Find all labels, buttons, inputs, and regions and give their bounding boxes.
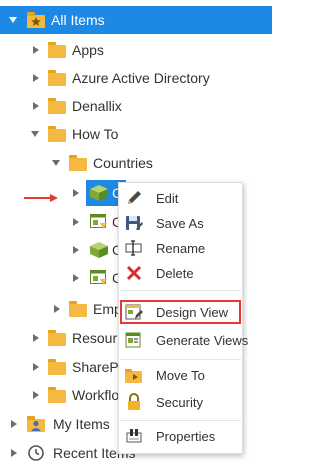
tree-item-emp[interactable]: Emp: [0, 295, 122, 323]
folder-icon: [48, 126, 66, 142]
collapse-arrow-icon[interactable]: [31, 131, 39, 137]
lock-icon: [125, 393, 143, 411]
menu-item-rename[interactable]: Rename: [120, 236, 241, 260]
expand-arrow-icon[interactable]: [33, 46, 39, 54]
tree-item-workflow[interactable]: Workflo: [0, 381, 120, 409]
tree-item-label: How To: [72, 126, 119, 142]
tree-item-label: Apps: [72, 42, 104, 58]
properties-icon: [125, 427, 143, 445]
menu-separator: [120, 359, 241, 360]
save-icon: [125, 214, 143, 232]
folder-icon: [48, 330, 66, 346]
all-items-icon: [27, 12, 45, 28]
menu-item-delete[interactable]: Delete: [120, 261, 241, 285]
menu-item-label: Security: [156, 394, 203, 410]
tree-item-apps[interactable]: Apps: [0, 36, 272, 64]
tree-item-recent-items[interactable]: Recent Items: [0, 439, 135, 467]
tree-item-view-1[interactable]: C: [0, 208, 122, 236]
expand-arrow-icon[interactable]: [11, 449, 17, 457]
tree-item-label: Resour: [72, 330, 118, 346]
tree-item-how-to[interactable]: How To: [0, 120, 272, 148]
folder-icon: [48, 98, 66, 114]
menu-item-design-view[interactable]: Design View: [120, 300, 241, 324]
menu-item-label: Edit: [156, 190, 179, 206]
tree-item-my-items[interactable]: My Items: [0, 410, 118, 438]
folder-icon: [48, 42, 66, 58]
tree-item-label: All Items: [51, 12, 105, 28]
user-icon: [27, 416, 45, 432]
menu-item-move-to[interactable]: Move To: [120, 363, 241, 387]
tree-item-label: Workflo: [72, 387, 120, 403]
expand-arrow-icon[interactable]: [33, 74, 39, 82]
pencil-icon: [125, 189, 143, 207]
rename-icon: [125, 239, 143, 257]
menu-item-label: Rename: [156, 240, 206, 256]
menu-item-edit[interactable]: Edit: [120, 186, 241, 210]
menu-item-save-as[interactable]: Save As: [120, 211, 241, 235]
tree-item-countries[interactable]: Countries: [0, 149, 272, 177]
tree-item-resources[interactable]: Resour: [0, 324, 118, 352]
tree-item-label: Countries: [93, 155, 153, 171]
view-icon: [90, 214, 108, 230]
folder-icon: [48, 387, 66, 403]
tree-item-all-items[interactable]: All Items: [0, 6, 272, 34]
menu-item-label: Delete: [156, 265, 194, 281]
expand-arrow-icon[interactable]: [33, 334, 39, 342]
tree-item-label: My Items: [53, 416, 110, 432]
expand-arrow-icon[interactable]: [73, 218, 79, 226]
tree-item-label: Azure Active Directory: [72, 70, 210, 86]
menu-separator: [120, 420, 241, 421]
menu-item-label: Generate Views: [156, 332, 249, 348]
expand-arrow-icon[interactable]: [54, 305, 60, 313]
tree-item-sharepoint[interactable]: SharePo: [0, 353, 126, 381]
folder-icon: [48, 359, 66, 375]
folder-icon: [69, 301, 87, 317]
folder-icon: [48, 70, 66, 86]
menu-separator: [120, 290, 241, 291]
annotation-arrow-icon: [24, 190, 60, 202]
expand-arrow-icon[interactable]: [73, 246, 79, 254]
menu-item-label: Save As: [156, 215, 204, 231]
menu-item-label: Design View: [156, 304, 229, 320]
collapse-arrow-icon[interactable]: [52, 160, 60, 166]
menu-item-properties[interactable]: Properties: [120, 424, 241, 448]
design-view-icon: [125, 303, 143, 321]
tree-item-label: Denallix: [72, 98, 122, 114]
generate-views-icon: [125, 331, 143, 349]
menu-item-label: Move To: [156, 367, 205, 383]
smartobject-icon: [90, 185, 108, 201]
smartobject-icon: [90, 242, 108, 258]
expand-arrow-icon[interactable]: [33, 391, 39, 399]
menu-item-generate-views[interactable]: Generate Views: [120, 328, 248, 352]
tree-item-denallix[interactable]: Denallix: [0, 92, 272, 120]
folder-icon: [69, 155, 87, 171]
expand-arrow-icon[interactable]: [33, 102, 39, 110]
menu-item-security[interactable]: Security: [120, 390, 241, 414]
tree-item-smartobject-2[interactable]: C: [0, 236, 122, 264]
tree-item-azure-active-directory[interactable]: Azure Active Directory: [0, 64, 272, 92]
move-icon: [125, 366, 143, 384]
expand-arrow-icon[interactable]: [11, 420, 17, 428]
expand-arrow-icon[interactable]: [33, 363, 39, 371]
context-menu: Edit Save As Rename Delete Design View G…: [118, 182, 248, 454]
expand-arrow-icon[interactable]: [73, 189, 79, 197]
collapse-arrow-icon[interactable]: [9, 17, 17, 23]
delete-icon: [125, 264, 143, 282]
expand-arrow-icon[interactable]: [73, 274, 79, 282]
object-browser-tree: All Items Apps Azure Active Directory De…: [0, 0, 272, 467]
menu-item-label: Properties: [156, 428, 216, 444]
view-icon: [90, 270, 108, 286]
clock-icon: [27, 445, 45, 461]
tree-item-view-2[interactable]: C: [0, 264, 122, 292]
